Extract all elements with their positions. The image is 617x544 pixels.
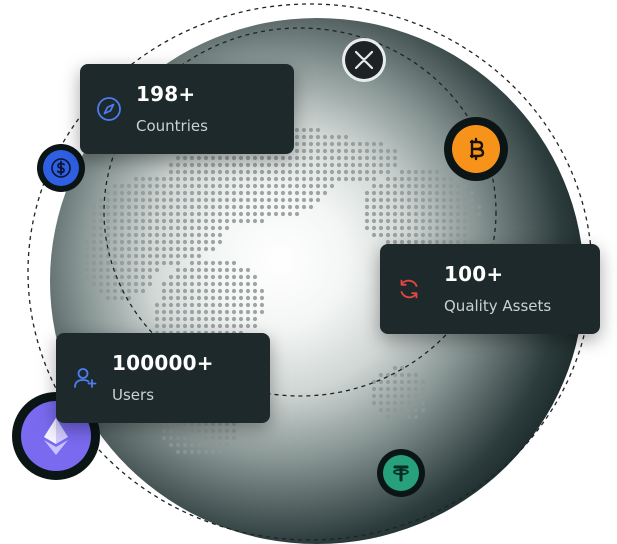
stat-card-assets: 100+ Quality Assets — [380, 244, 600, 334]
stat-label: Quality Assets — [444, 297, 552, 315]
tether-coin-icon — [377, 449, 425, 497]
globe-stats-illustration: 198+ Countries 100+ Quality Assets 10000… — [0, 0, 617, 544]
stat-value: 100000+ — [112, 351, 214, 375]
user-add-icon — [74, 368, 97, 388]
stat-card-countries: 198+ Countries — [80, 64, 294, 154]
refresh-icon — [400, 279, 418, 299]
stat-card-users: 100000+ Users — [56, 333, 270, 423]
stat-value: 198+ — [136, 82, 196, 106]
xrp-coin-icon — [342, 38, 386, 82]
stat-value: 100+ — [444, 262, 504, 286]
stat-label: Countries — [136, 117, 208, 135]
stat-label: Users — [112, 386, 155, 404]
bitcoin-coin-icon — [444, 117, 508, 181]
compass-icon — [97, 97, 121, 121]
dollar-coin-icon — [37, 144, 85, 192]
